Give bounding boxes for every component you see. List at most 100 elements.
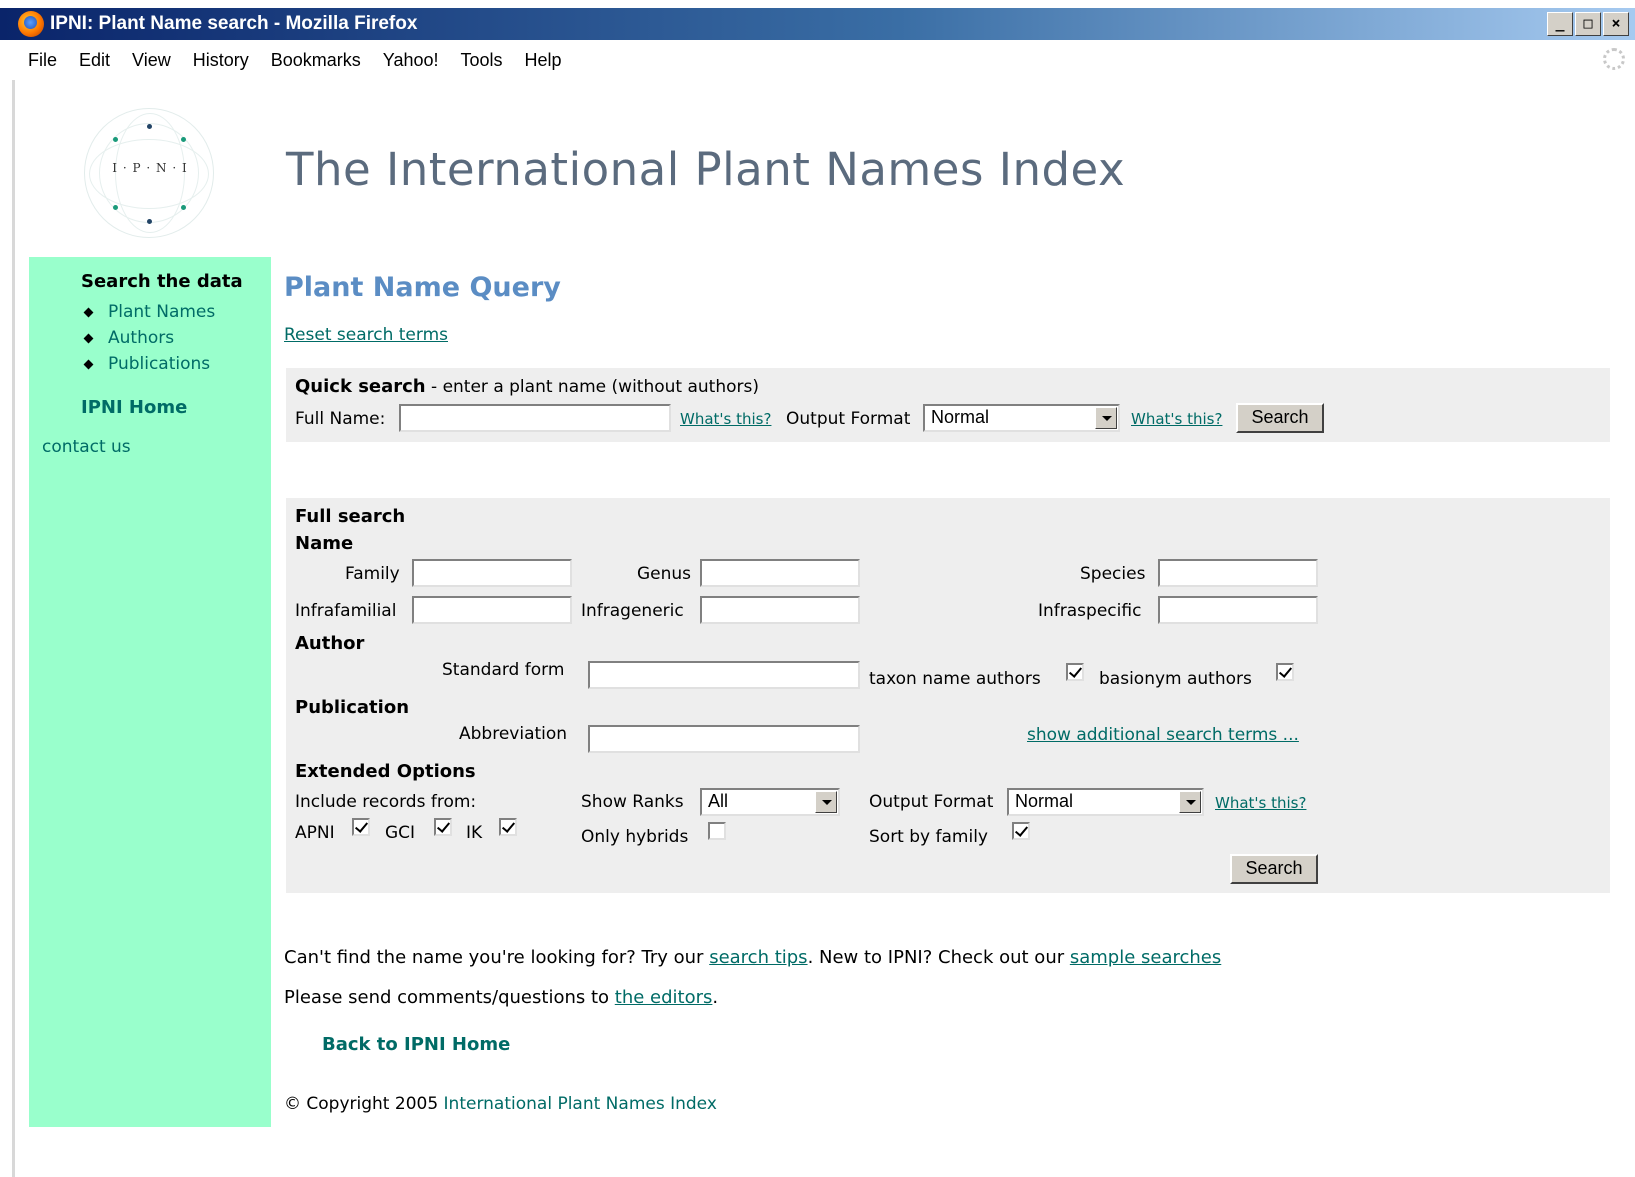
throbber-icon [1603, 48, 1625, 70]
menu-tools[interactable]: Tools [461, 50, 503, 71]
whats-this-link-full[interactable]: What's this? [1215, 794, 1306, 812]
menu-file[interactable]: File [28, 50, 57, 71]
name-heading: Name [295, 533, 354, 554]
reset-search-link[interactable]: Reset search terms [284, 325, 448, 345]
whats-this-link[interactable]: What's this? [680, 410, 771, 428]
apni-checkbox[interactable] [352, 818, 370, 836]
editors-link[interactable]: the editors [615, 987, 713, 1008]
standard-form-input[interactable] [588, 661, 860, 689]
copyright-text: © Copyright 2005 [284, 1094, 444, 1114]
full-name-input[interactable] [399, 404, 671, 432]
sidebar-item-plant-names[interactable]: Plant Names [81, 299, 215, 325]
output-format-value: Normal [931, 407, 990, 427]
show-ranks-value: All [708, 791, 729, 811]
logo-text: I · P · N · I [112, 161, 188, 175]
quick-search-panel: Quick search - enter a plant name (witho… [286, 368, 1610, 442]
author-heading: Author [295, 633, 365, 654]
show-additional-link[interactable]: show additional search terms ... [1027, 725, 1299, 745]
sidebar-item-label: Authors [108, 328, 175, 348]
taxon-authors-checkbox[interactable] [1066, 663, 1084, 681]
bullet-icon [83, 307, 94, 317]
contact-us-link[interactable]: contact us [42, 437, 131, 457]
bullet-icon [83, 333, 94, 343]
family-input[interactable] [412, 559, 572, 587]
ik-checkbox[interactable] [499, 818, 517, 836]
sidebar-item-label: Publications [108, 354, 211, 374]
infrafamilial-input[interactable] [412, 596, 572, 624]
sidebar-ipni-home-link[interactable]: IPNI Home [81, 397, 187, 418]
sidebar: Search the data Plant Names Authors Publ… [29, 257, 271, 1127]
sample-searches-link[interactable]: sample searches [1070, 947, 1221, 968]
bullet-icon [83, 359, 94, 369]
maximize-button[interactable]: □ [1575, 12, 1601, 36]
apni-label: APNI [295, 823, 335, 843]
infraspecific-input[interactable] [1158, 596, 1318, 624]
help-text-1: Can't find the name you're looking for? … [284, 947, 710, 968]
only-hybrids-label: Only hybrids [581, 827, 689, 847]
basionym-authors-checkbox[interactable] [1276, 663, 1294, 681]
comments-end: . [712, 987, 719, 1008]
firefox-icon [18, 11, 44, 37]
back-to-home-link[interactable]: Back to IPNI Home [322, 1034, 510, 1055]
full-search-panel: Full search Name Family Genus Species In… [286, 498, 1610, 893]
gci-checkbox[interactable] [434, 818, 452, 836]
full-search-button[interactable]: Search [1230, 854, 1318, 884]
show-ranks-select[interactable]: All [700, 788, 840, 816]
output-format-value-full: Normal [1015, 791, 1074, 811]
species-input[interactable] [1158, 559, 1318, 587]
ipni-logo[interactable]: I · P · N · I [84, 108, 214, 238]
menu-view[interactable]: View [132, 50, 171, 71]
menu-help[interactable]: Help [525, 50, 562, 71]
gci-label: GCI [385, 823, 416, 843]
menu-bookmarks[interactable]: Bookmarks [271, 50, 361, 71]
window-left-edge [12, 80, 15, 1177]
infrageneric-label: Infrageneric [581, 601, 684, 621]
abbreviation-input[interactable] [588, 725, 860, 753]
sidebar-list: Plant Names Authors Publications [81, 299, 215, 377]
comments-paragraph: Please send comments/questions to the ed… [284, 987, 718, 1008]
only-hybrids-checkbox[interactable] [708, 822, 726, 840]
infrageneric-input[interactable] [700, 596, 860, 624]
abbreviation-label: Abbreviation [459, 724, 568, 744]
menu-history[interactable]: History [193, 50, 249, 71]
copyright-org-link[interactable]: International Plant Names Index [444, 1094, 717, 1114]
infrafamilial-label: Infrafamilial [295, 601, 397, 621]
genus-input[interactable] [700, 559, 860, 587]
page-title: Plant Name Query [284, 272, 561, 303]
full-name-label: Full Name: [295, 409, 386, 429]
publication-heading: Publication [295, 697, 410, 718]
window-title: IPNI: Plant Name search - Mozilla Firefo… [50, 13, 418, 34]
sort-family-checkbox[interactable] [1012, 822, 1030, 840]
sidebar-item-publications[interactable]: Publications [81, 351, 215, 377]
show-ranks-label: Show Ranks [581, 792, 684, 812]
copyright: © Copyright 2005 International Plant Nam… [284, 1094, 717, 1114]
species-label: Species [1080, 564, 1146, 584]
ik-label: IK [466, 823, 483, 843]
window-titlebar[interactable]: IPNI: Plant Name search - Mozilla Firefo… [0, 8, 1635, 40]
basionym-authors-label: basionym authors [1099, 669, 1252, 689]
menu-yahoo[interactable]: Yahoo! [383, 50, 439, 71]
chevron-down-icon[interactable] [1095, 407, 1117, 429]
sort-family-label: Sort by family [869, 827, 988, 847]
output-format-select[interactable]: Normal [923, 404, 1120, 432]
menu-edit[interactable]: Edit [79, 50, 110, 71]
whats-this-link-output[interactable]: What's this? [1131, 410, 1222, 428]
output-format-select-full[interactable]: Normal [1007, 788, 1204, 816]
chevron-down-icon[interactable] [1179, 791, 1201, 813]
chevron-down-icon[interactable] [815, 791, 837, 813]
genus-label: Genus [637, 564, 692, 584]
minimize-button[interactable]: _ [1547, 12, 1573, 36]
sidebar-item-authors[interactable]: Authors [81, 325, 215, 351]
quick-search-heading: Quick search [295, 376, 426, 397]
output-format-label: Output Format [786, 409, 911, 429]
include-records-label: Include records from: [295, 792, 477, 812]
sidebar-heading: Search the data [81, 271, 243, 292]
extended-options-heading: Extended Options [295, 761, 476, 782]
quick-search-subtitle: - enter a plant name (without authors) [425, 377, 759, 397]
site-title: The International Plant Names Index [286, 143, 1126, 196]
help-text-2: . New to IPNI? Check out our [807, 947, 1070, 968]
close-button[interactable]: × [1603, 12, 1629, 36]
sidebar-item-label: Plant Names [108, 302, 216, 322]
quick-search-button[interactable]: Search [1236, 403, 1324, 433]
search-tips-link[interactable]: search tips [709, 947, 807, 968]
